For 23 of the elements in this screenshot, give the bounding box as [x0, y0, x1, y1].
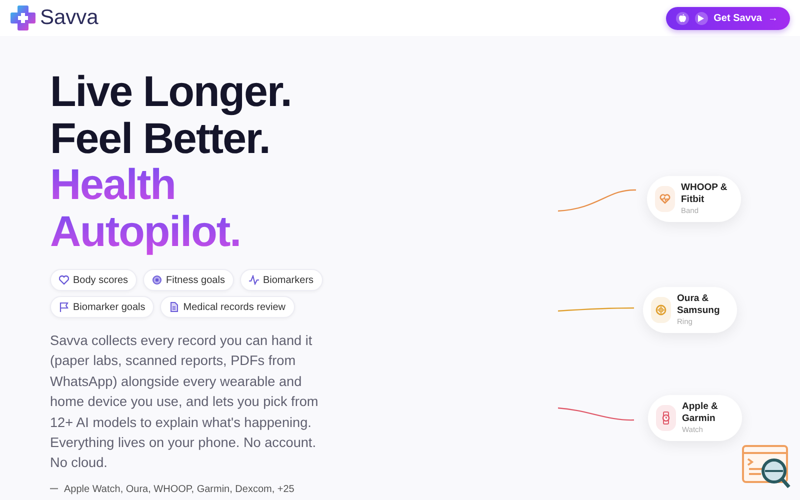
pulse-icon — [248, 275, 259, 285]
dash-icon — [50, 488, 58, 490]
device-name: Apple & Garmin — [682, 401, 719, 425]
get-app-button[interactable]: Get Savva → — [666, 6, 790, 30]
device-name: WHOOP & Fitbit — [681, 182, 728, 206]
headline: Live Longer. Feel Better. Health Autopilot. — [50, 69, 292, 255]
filter-chip[interactable]: Body scores — [50, 269, 138, 291]
play-icon — [694, 12, 708, 24]
apple-icon — [676, 12, 689, 24]
filter-chip[interactable]: Biomarker goals — [50, 296, 154, 318]
search-document-icon — [741, 445, 793, 490]
description: Savva collects every record you can hand it (paper labs, scanned reports, PDFs from WhatsApp) alongside every wearable and home device you use, and lets you pick from 12+ AI models to explain what's happening. Everything lives on your phone. No account. No cloud. — [50, 332, 320, 472]
heart-icon — [59, 275, 69, 285]
filter-chip[interactable]: Medical records review — [160, 296, 295, 318]
filter-chip[interactable]: Biomarkers — [240, 269, 323, 291]
brand-name: Savva — [40, 5, 98, 32]
filter-chip[interactable]: Fitness goals — [143, 269, 234, 291]
document-icon — [169, 302, 180, 312]
logo-icon — [10, 5, 36, 31]
flag-icon — [59, 302, 69, 312]
device-name: Oura & Samsung — [677, 293, 721, 317]
devices-list: Apple Watch, Oura, WHOOP, Garmin, Dexcom, +25 — [64, 482, 294, 497]
target-icon — [152, 275, 162, 285]
